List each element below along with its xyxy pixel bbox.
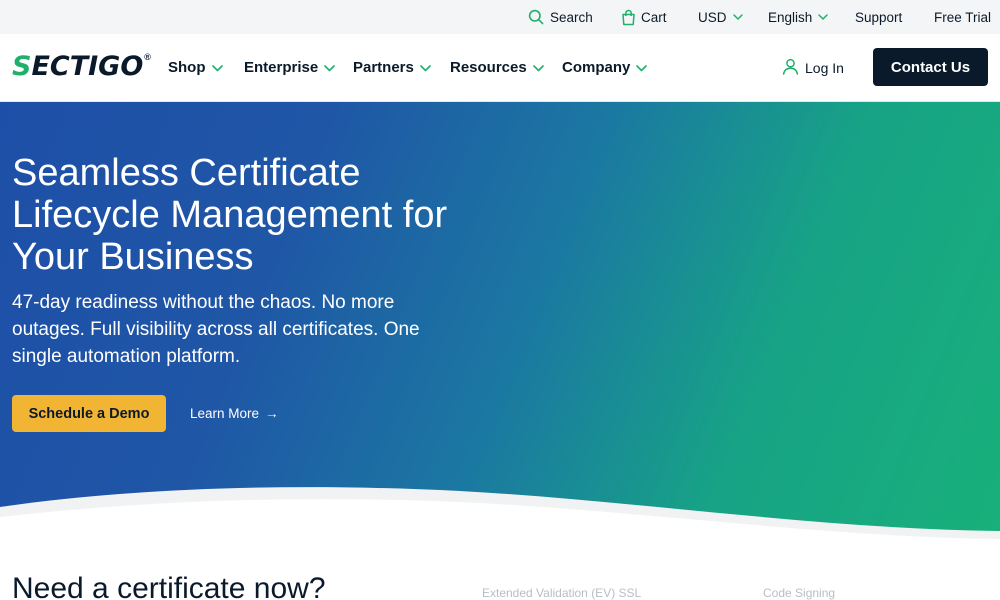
- tab-code-signing[interactable]: Code Signing: [763, 586, 835, 600]
- free-trial-link[interactable]: Free Trial: [934, 0, 991, 34]
- cart-label: Cart: [641, 9, 667, 25]
- currency-dropdown[interactable]: USD: [698, 0, 743, 34]
- chevron-down-icon: [324, 59, 336, 76]
- login-link[interactable]: Log In: [782, 34, 844, 101]
- language-dropdown[interactable]: English: [768, 0, 829, 34]
- login-label: Log In: [805, 59, 844, 76]
- nav-item-label: Enterprise: [244, 59, 319, 76]
- nav-item-enterprise[interactable]: Enterprise: [244, 34, 336, 101]
- nav-item-label: Company: [562, 59, 631, 76]
- contact-us-button[interactable]: Contact Us: [873, 48, 988, 86]
- learn-more-label: Learn More: [190, 406, 260, 421]
- chevron-down-icon: [420, 59, 431, 76]
- tab-ev-ssl[interactable]: Extended Validation (EV) SSL: [482, 586, 641, 600]
- chevron-down-icon: [636, 59, 648, 76]
- currency-label: USD: [698, 9, 727, 25]
- main-navigation: SECTIGO ® Shop Enterprise Partners Resou…: [0, 34, 1000, 102]
- user-icon: [782, 58, 799, 78]
- hero-banner: Seamless Certificate Lifecycle Managemen…: [0, 102, 1000, 547]
- logo-letter: S: [12, 51, 32, 82]
- schedule-demo-button[interactable]: Schedule a Demo: [12, 395, 166, 432]
- nav-item-label: Shop: [168, 59, 206, 76]
- section-title: Need a certificate now?: [12, 572, 326, 600]
- nav-item-label: Resources: [450, 59, 527, 76]
- nav-item-shop[interactable]: Shop: [168, 34, 223, 101]
- chevron-down-icon: [532, 59, 544, 76]
- logo-wordmark: ECTIGO: [31, 51, 144, 82]
- hero-subtitle: 47-day readiness without the chaos. No m…: [12, 292, 420, 367]
- utility-bar: Search Cart USD English Support Free Tri…: [0, 0, 1000, 34]
- search-label: Search: [550, 9, 593, 25]
- nav-item-partners[interactable]: Partners: [353, 34, 431, 101]
- chevron-down-icon: [732, 14, 743, 20]
- support-link[interactable]: Support: [855, 0, 902, 34]
- hero-wave-divider: [0, 487, 1000, 547]
- registered-mark: ®: [144, 52, 151, 62]
- hero-title: Seamless Certificate Lifecycle Managemen…: [12, 152, 448, 278]
- cart-link[interactable]: Cart: [621, 0, 667, 34]
- arrow-right-icon: →: [265, 406, 279, 421]
- language-label: English: [768, 9, 813, 25]
- nav-item-company[interactable]: Company: [562, 34, 648, 101]
- search-icon: [528, 9, 544, 25]
- chevron-down-icon: [211, 59, 223, 76]
- chevron-down-icon: [818, 14, 829, 20]
- support-label: Support: [855, 9, 903, 25]
- sectigo-logo[interactable]: SECTIGO ®: [12, 51, 151, 83]
- cart-icon: [621, 9, 636, 26]
- free-trial-label: Free Trial: [934, 9, 992, 25]
- learn-more-link[interactable]: Learn More →: [190, 395, 279, 432]
- nav-item-resources[interactable]: Resources: [450, 34, 544, 101]
- nav-item-label: Partners: [353, 59, 414, 76]
- search-link[interactable]: Search: [528, 0, 593, 34]
